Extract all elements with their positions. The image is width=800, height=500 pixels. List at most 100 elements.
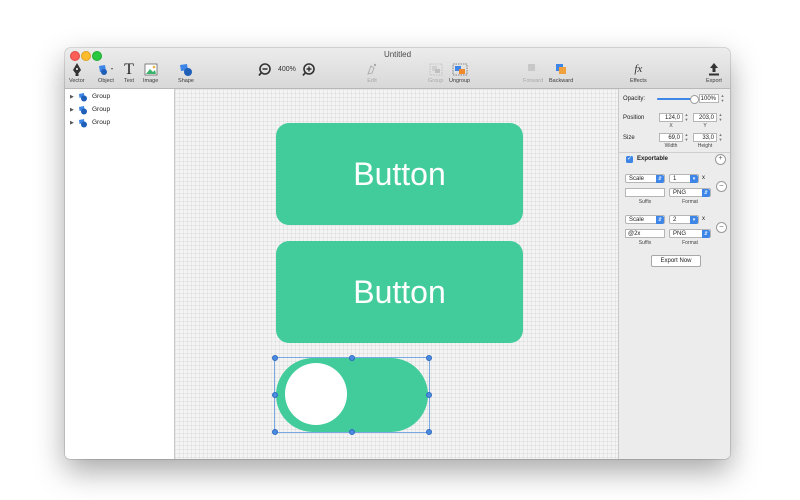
group-button[interactable]: Group [428,62,443,84]
opacity-slider[interactable] [657,95,699,104]
popup-arrows-icon: ⇵ [656,175,664,183]
button-shape-2[interactable]: Button [276,241,523,343]
size-label: Size [623,135,635,141]
text-icon: T [124,61,134,78]
opacity-field[interactable]: 100% [699,94,719,103]
export-now-button[interactable]: Export Now [651,255,701,267]
inspector-panel: Opacity: 100% ▲ ▼ Position 124,0 ▲ ▼ 203,0… [618,89,730,459]
export-2-suffix-field[interactable]: @2x [625,229,665,238]
edit-button[interactable]: Edit [365,62,379,84]
export-1-suffix-caption: Suffix [638,199,652,205]
resize-handle-top-left[interactable] [272,355,278,361]
export-button[interactable]: Export [706,62,722,84]
disclosure-triangle-icon[interactable]: ▶ [70,94,74,100]
remove-export-2-button[interactable]: – [716,222,727,233]
edit-icon [367,63,377,75]
combo-chevron-icon: ▾ [690,216,698,224]
height-caption: Height [697,143,713,149]
disclosure-triangle-icon[interactable]: ▶ [70,120,74,126]
export-2-format: PNG [673,231,687,237]
disclosure-triangle-icon[interactable]: ▶ [70,107,74,113]
resize-handle-top[interactable] [349,355,355,361]
ungroup-button[interactable]: Ungroup [449,62,470,84]
button-shape-1[interactable]: Button [276,123,523,225]
popup-arrows-icon: ⇵ [702,189,710,197]
group-layer-icon [79,106,87,115]
backward-button[interactable]: Backward [549,62,573,84]
export-2-scale-popup[interactable]: Scale ⇵ [625,215,665,224]
resize-handle-right[interactable] [426,392,432,398]
height-field[interactable]: 33,0 [693,133,717,142]
group-layer-icon [79,119,87,128]
opacity-slider-knob[interactable] [689,95,699,104]
layer-row[interactable]: ▶ Group [65,104,174,117]
resize-handle-bottom-left[interactable] [272,429,278,435]
forward-button[interactable]: Forward [523,62,543,84]
export-1-format-caption: Format [682,199,698,205]
pen-icon [72,63,81,76]
export-1-format-popup[interactable]: PNG ⇵ [669,188,711,197]
resize-handle-bottom[interactable] [349,429,355,435]
export-1-scale-popup[interactable]: Scale ⇵ [625,174,665,183]
vector-tool-button[interactable]: Vector [69,62,85,84]
text-tool-label: Text [124,78,135,84]
position-x-field[interactable]: 124,0 [659,113,683,122]
export-label: Export [706,78,722,84]
ungroup-icon [452,63,467,76]
effects-button[interactable]: fx Effects [630,62,647,84]
opacity-label: Opacity: [623,96,646,102]
position-y-field[interactable]: 203,0 [693,113,717,122]
zoom-level: 400% [278,66,296,73]
position-y-stepper[interactable]: ▲ ▼ [718,112,723,122]
export-2-suffix-caption: Suffix [638,240,652,246]
bring-forward-icon [528,64,539,74]
image-tool-button[interactable]: Image [143,62,158,84]
shape-tool-button[interactable]: Shape [178,62,194,84]
export-1-scale-value[interactable]: 1 ▾ [669,174,699,183]
object-tool-button[interactable]: Object [96,62,116,84]
resize-handle-left[interactable] [272,392,278,398]
opacity-slider-fill [657,98,693,100]
popup-arrows-icon: ⇵ [702,230,710,238]
exportable-checkbox[interactable]: ✓ [626,156,633,163]
export-1-times: x [702,175,705,181]
backward-label: Backward [549,78,574,84]
layer-row[interactable]: ▶ Group [65,91,174,104]
zoom-out-button[interactable] [258,62,272,78]
image-icon [144,63,158,76]
export-2-scale-value[interactable]: 2 ▾ [669,215,699,224]
width-stepper[interactable]: ▲ ▼ [684,132,689,142]
export-2-format-popup[interactable]: PNG ⇵ [669,229,711,238]
add-export-button[interactable]: + [715,154,726,165]
position-x-stepper[interactable]: ▲ ▼ [684,112,689,122]
resize-handle-bottom-right[interactable] [426,429,432,435]
vector-tool-label: Vector [69,78,85,84]
position-label: Position [623,115,645,121]
height-stepper[interactable]: ▲ ▼ [718,132,723,142]
canvas[interactable]: Button Button [175,89,618,459]
image-tool-label: Image [143,78,159,84]
layers-sidebar: ▶ Group ▶ Group ▶ Group [65,89,175,459]
group-label: Group [428,78,444,84]
export-2-scale-value-text: 2 [673,217,677,223]
shape-tool-label: Shape [178,78,194,84]
remove-export-1-button[interactable]: – [716,181,727,192]
export-icon [708,63,719,76]
width-field[interactable]: 69,0 [659,133,683,142]
group-icon [429,63,443,76]
export-1-suffix-field[interactable] [625,188,665,197]
export-1-scale-value-text: 1 [673,176,677,182]
text-tool-button[interactable]: T Text [124,61,135,85]
send-backward-icon [556,64,567,74]
effects-label: Effects [630,78,647,84]
edit-label: Edit [367,78,377,84]
zoom-in-button[interactable] [302,62,316,78]
opacity-stepper[interactable]: ▲ ▼ [720,93,725,103]
object-tool-label: Object [98,78,114,84]
button-shape-2-text: Button [353,274,446,310]
layer-row[interactable]: ▶ Group [65,117,174,130]
effects-icon: fx [634,63,643,75]
selection-bounds [274,357,430,433]
resize-handle-top-right[interactable] [426,355,432,361]
y-caption: Y [703,123,707,129]
